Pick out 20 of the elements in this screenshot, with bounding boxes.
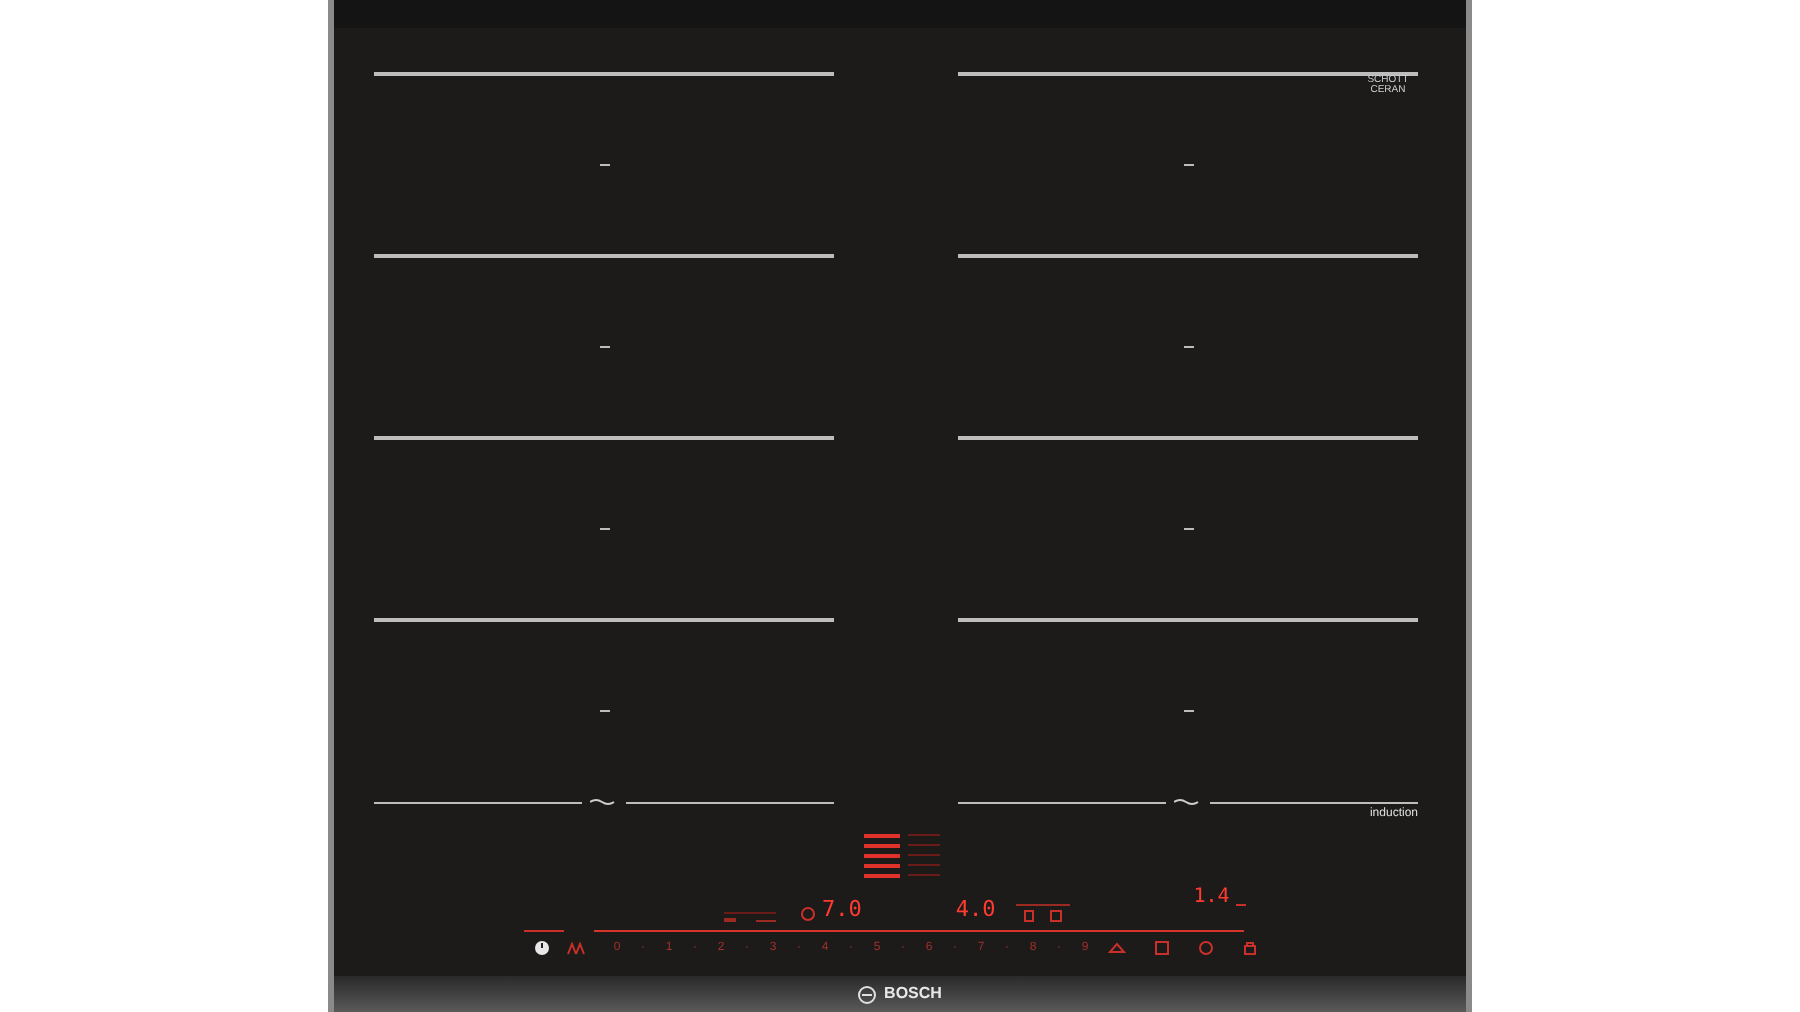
zone-link-icon [1174,798,1202,806]
brand-name: BOSCH [884,982,942,1006]
power-icon[interactable] [534,940,550,956]
timer-display: 7.0 [822,898,862,922]
brand-logo-icon [858,985,877,1003]
zone-center-mark [1183,528,1193,530]
dash-icon[interactable] [756,919,776,921]
zone-center-mark [599,710,609,712]
zone-center-mark [1183,164,1193,166]
zone-icon[interactable] [1023,910,1034,922]
zone-center-mark [599,528,609,530]
zone-link-icon [590,798,618,806]
grid-icon[interactable] [1049,910,1062,922]
minus-icon[interactable] [1235,904,1246,906]
zone-center-mark [1183,346,1193,348]
timer-display: 4.0 [955,898,996,922]
time-display: 1.4 [1193,886,1230,910]
zone-center-mark [599,164,609,166]
zone-center-mark [1183,710,1193,712]
zone-center-mark [599,346,609,348]
